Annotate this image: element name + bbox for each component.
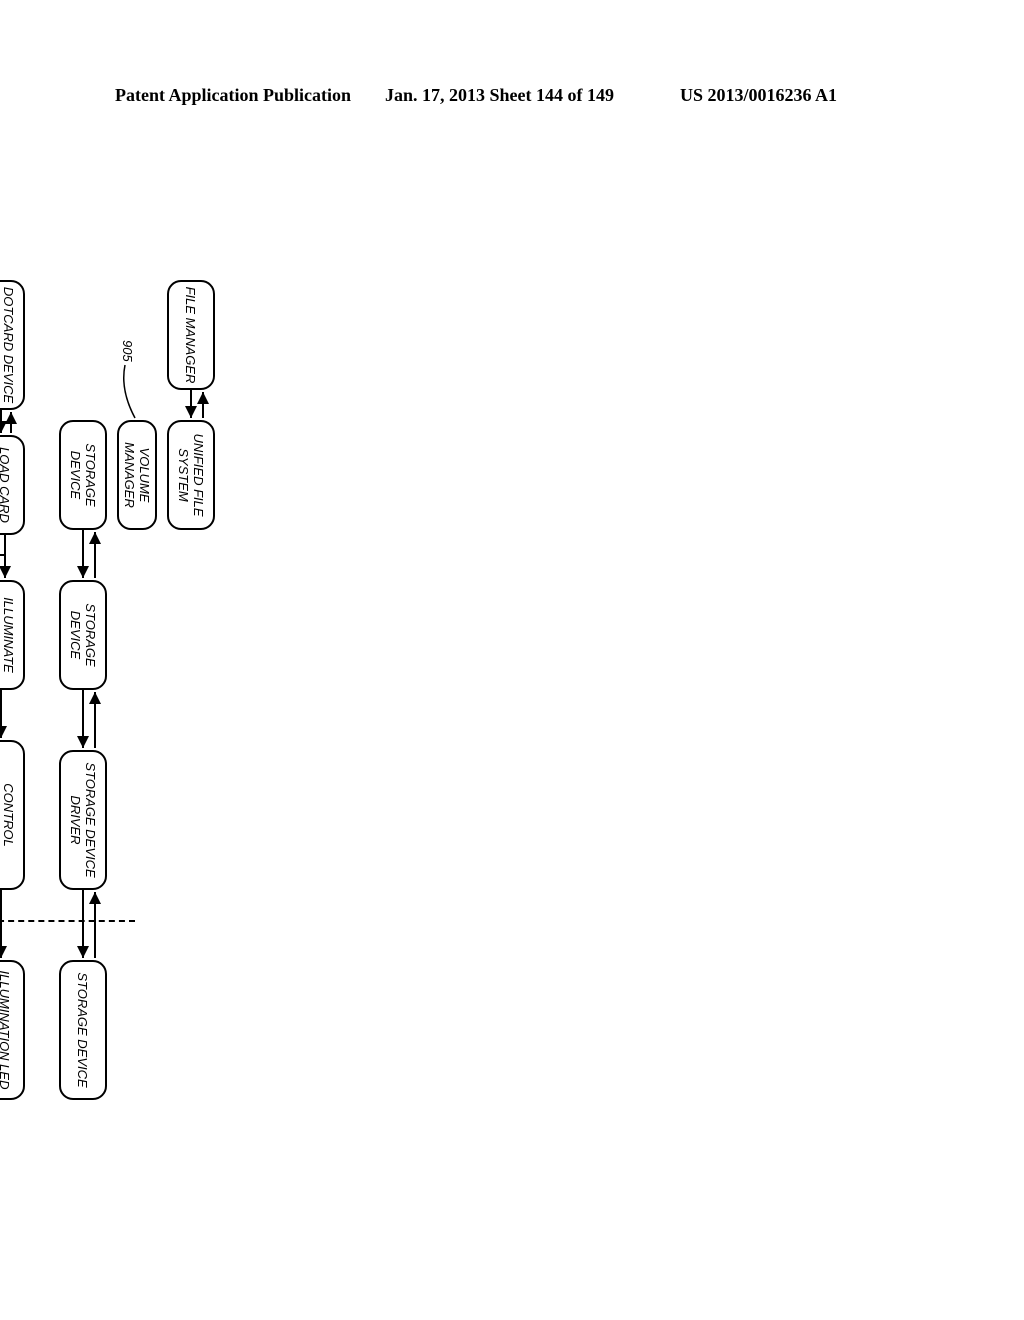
box-file-manager: FILE MANAGER [167, 280, 215, 390]
header-center: Jan. 17, 2013 Sheet 144 of 149 [385, 85, 614, 106]
box-storage-device-2: STORAGE DEVICE [59, 580, 107, 690]
box-storage-device-1: STORAGE DEVICE [59, 420, 107, 530]
box-illuminate-card: ILLUMINATE CARD [0, 580, 25, 690]
box-load-card: LOAD CARD [0, 435, 25, 535]
box-volume-manager: VOLUME MANAGER [117, 420, 157, 530]
box-storage-device-driver: STORAGE DEVICE DRIVER [59, 750, 107, 890]
dashed-separator [0, 920, 135, 922]
box-control-illumination-led: CONTROL ILLUMINATION LED [0, 740, 25, 890]
ref-905: 905 [120, 340, 135, 362]
box-dotcard-device-controller: DOTCARD DEVICE CONTROLLER [0, 280, 25, 410]
header-right: US 2013/0016236 A1 [680, 85, 837, 106]
diagram-container: FILE MANAGER UNIFIED FILE SYSTEM VOLUME … [0, 280, 215, 1080]
box-unified-file-system: UNIFIED FILE SYSTEM [167, 420, 215, 530]
header-left: Patent Application Publication [115, 85, 351, 106]
box-storage-device-3: STORAGE DEVICE [59, 960, 107, 1100]
box-illumination-led: ILLUMINATION LED [0, 960, 25, 1100]
